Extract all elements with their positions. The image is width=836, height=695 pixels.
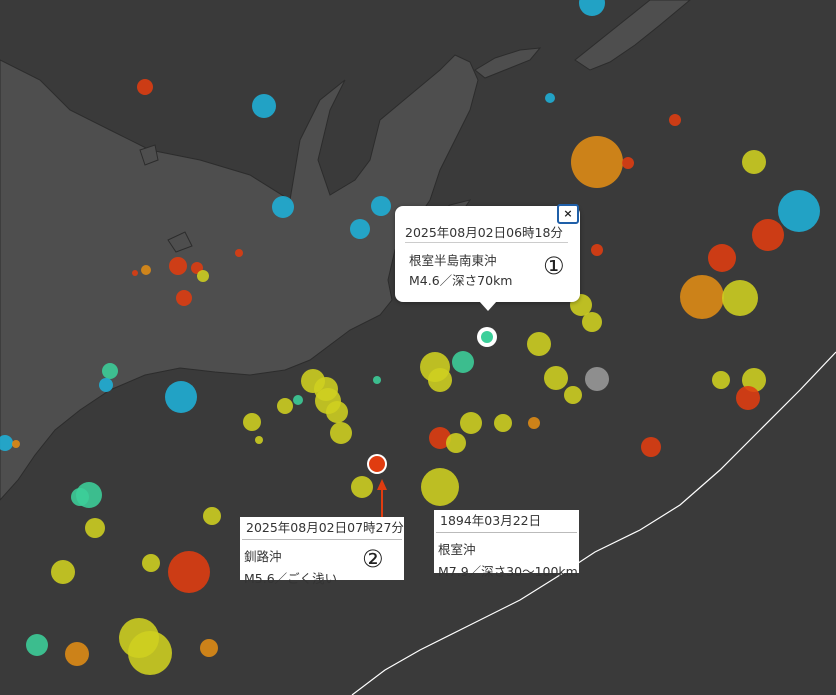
earthquake-marker[interactable]: [742, 150, 766, 174]
popup-detail: M4.6／深さ70km: [409, 273, 513, 288]
earthquake-marker[interactable]: [99, 378, 113, 392]
earthquake-marker[interactable]: [712, 371, 730, 389]
earthquake-marker[interactable]: [277, 398, 293, 414]
earthquake-marker[interactable]: [371, 196, 391, 216]
popup-datetime: 2025年08月02日06時18分: [405, 225, 563, 240]
earthquake-marker[interactable]: [252, 94, 276, 118]
earthquake-marker[interactable]: [26, 634, 48, 656]
earthquake-marker[interactable]: [176, 290, 192, 306]
earthquake-marker[interactable]: [165, 381, 197, 413]
popup-divider: [405, 242, 568, 243]
earthquake-marker[interactable]: [582, 312, 602, 332]
earthquake-marker[interactable]: [203, 507, 221, 525]
earthquake-marker[interactable]: [585, 367, 609, 391]
label-nemuro-datetime: 1894年03月22日: [436, 510, 577, 533]
earthquake-marker[interactable]: [373, 376, 381, 384]
map-canvas[interactable]: [0, 0, 836, 695]
earthquake-marker[interactable]: [722, 280, 758, 316]
earthquake-marker[interactable]: [446, 433, 466, 453]
earthquake-marker[interactable]: [197, 270, 209, 282]
earthquake-marker[interactable]: [102, 363, 118, 379]
earthquake-marker[interactable]: [71, 488, 89, 506]
earthquake-marker[interactable]: [272, 196, 294, 218]
label-nemuro-1894: 1894年03月22日 根室沖 M7.9／深さ30〜100km: [434, 510, 579, 579]
label-nemuro-detail: M7.9／深さ30〜100km: [438, 564, 578, 579]
earthquake-marker[interactable]: [564, 386, 582, 404]
earthquake-marker[interactable]: [128, 631, 172, 675]
earthquake-marker[interactable]: [641, 437, 661, 457]
popup-tail: [479, 301, 497, 311]
earthquake-marker[interactable]: [255, 436, 263, 444]
popup-number: ①: [543, 252, 565, 280]
earthquake-marker[interactable]: [528, 417, 540, 429]
earthquake-marker[interactable]: [132, 270, 138, 276]
earthquake-marker[interactable]: [571, 136, 623, 188]
earthquake-marker[interactable]: [591, 244, 603, 256]
earthquake-marker[interactable]: [141, 265, 151, 275]
earthquake-marker[interactable]: [736, 386, 760, 410]
earthquake-marker[interactable]: [85, 518, 105, 538]
close-popup-button[interactable]: ×: [557, 204, 579, 224]
earthquake-marker[interactable]: [350, 219, 370, 239]
selected-earthquake-marker[interactable]: [369, 456, 385, 472]
earthquake-marker[interactable]: [235, 249, 243, 257]
earthquake-marker[interactable]: [622, 157, 634, 169]
label-nemuro-place: 根室沖: [438, 542, 476, 557]
earthquake-marker[interactable]: [142, 554, 160, 572]
earthquake-marker[interactable]: [752, 219, 784, 251]
earthquake-marker[interactable]: [293, 395, 303, 405]
earthquake-marker[interactable]: [351, 476, 373, 498]
earthquake-map[interactable]: × 2025年08月02日06時18分 根室半島南東沖 M4.6／深さ70km …: [0, 0, 836, 695]
label-kushiro-datetime: 2025年08月02日07時27分: [242, 517, 404, 540]
earthquake-marker[interactable]: [527, 332, 551, 356]
earthquake-marker[interactable]: [200, 639, 218, 657]
label-kushiro-number: ②: [362, 545, 384, 573]
earthquake-marker[interactable]: [243, 413, 261, 431]
earthquake-marker[interactable]: [51, 560, 75, 584]
earthquake-popup: × 2025年08月02日06時18分 根室半島南東沖 M4.6／深さ70km …: [395, 204, 580, 311]
earthquake-marker[interactable]: [669, 114, 681, 126]
earthquake-marker[interactable]: [778, 190, 820, 232]
earthquake-marker[interactable]: [421, 468, 459, 506]
earthquake-marker[interactable]: [428, 368, 452, 392]
earthquake-marker[interactable]: [65, 642, 89, 666]
earthquake-marker[interactable]: [168, 551, 210, 593]
earthquake-marker[interactable]: [680, 275, 724, 319]
selected-earthquake-marker[interactable]: [481, 331, 493, 343]
popup-place: 根室半島南東沖: [409, 253, 497, 268]
earthquake-marker[interactable]: [137, 79, 153, 95]
label-kushiro: 2025年08月02日07時27分 釧路沖 M5.6／ごく浅い ②: [240, 517, 404, 586]
earthquake-marker[interactable]: [545, 93, 555, 103]
earthquake-marker[interactable]: [544, 366, 568, 390]
earthquake-marker[interactable]: [326, 401, 348, 423]
earthquake-marker[interactable]: [169, 257, 187, 275]
earthquake-marker[interactable]: [330, 422, 352, 444]
earthquake-marker[interactable]: [12, 440, 20, 448]
earthquake-marker[interactable]: [452, 351, 474, 373]
earthquake-marker[interactable]: [494, 414, 512, 432]
earthquake-marker[interactable]: [460, 412, 482, 434]
earthquake-marker[interactable]: [708, 244, 736, 272]
